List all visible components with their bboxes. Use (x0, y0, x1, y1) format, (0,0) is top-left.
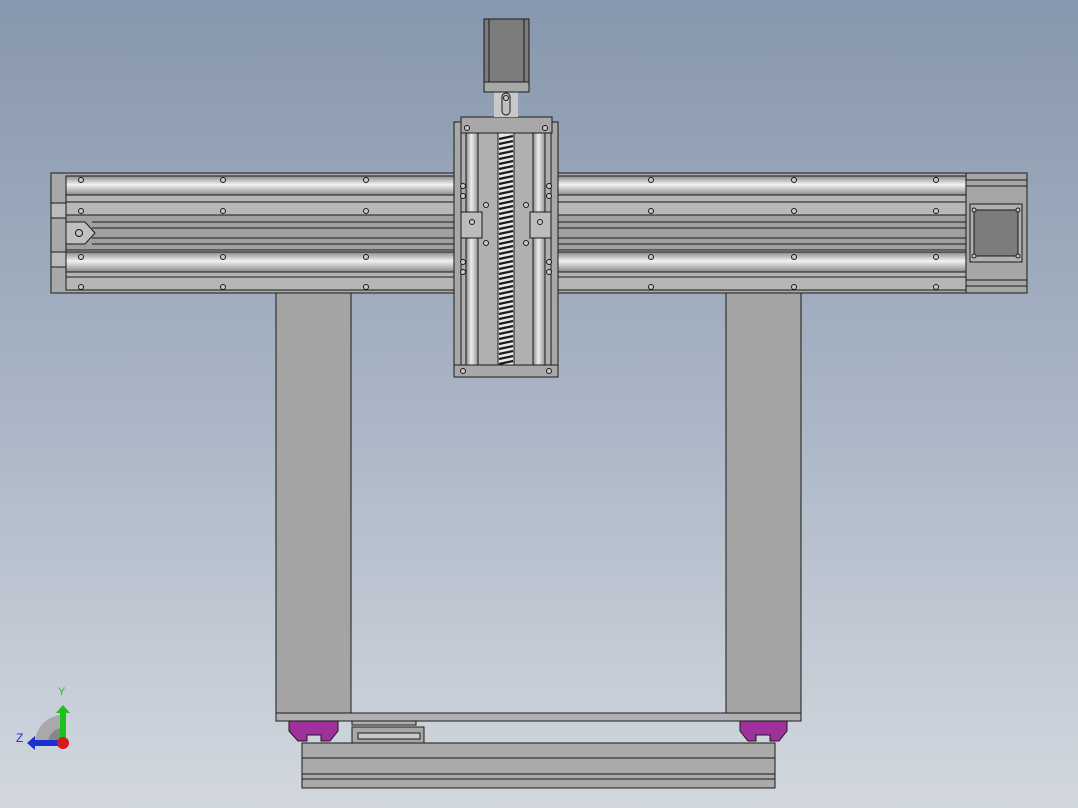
bolt-hole (78, 177, 84, 183)
bolt-hole (933, 208, 939, 214)
bolt-hole (791, 208, 797, 214)
bolt-hole (460, 259, 466, 265)
left-slider-block (288, 720, 339, 742)
bolt-hole (363, 284, 369, 290)
bolt-hole (546, 259, 552, 265)
motor-mount-hole (971, 253, 977, 259)
bolt-hole (220, 254, 226, 260)
bolt-hole (648, 284, 654, 290)
bolt-hole (791, 177, 797, 183)
bolt-hole (791, 284, 797, 290)
bottom-rail (301, 742, 776, 789)
right-leg (725, 292, 802, 714)
bolt-hole (363, 177, 369, 183)
bolt-hole (469, 219, 475, 225)
base-crossbar (275, 712, 802, 722)
bolt-hole (460, 183, 466, 189)
z-axis-label: Z (16, 731, 24, 745)
bolt-hole (648, 254, 654, 260)
left-leg (275, 292, 352, 714)
bolt-hole (363, 208, 369, 214)
bolt-hole (460, 368, 466, 374)
z-right-rod (532, 132, 546, 366)
z-left-rod (465, 132, 479, 366)
bolt-hole (546, 368, 552, 374)
bolt-hole (78, 254, 84, 260)
bolt-hole (523, 240, 529, 246)
bolt-hole (460, 269, 466, 275)
bolt-hole (933, 254, 939, 260)
right-slider-block (739, 720, 788, 742)
bolt-hole (523, 202, 529, 208)
bolt-hole (460, 193, 466, 199)
bolt-hole (464, 125, 470, 131)
bolt-hole (537, 219, 543, 225)
cad-viewport[interactable] (0, 0, 1078, 808)
bolt-hole (78, 284, 84, 290)
bolt-hole (933, 177, 939, 183)
x-axis-arrow (57, 737, 69, 749)
bolt-hole (483, 202, 489, 208)
bolt-hole (503, 95, 509, 101)
bolt-hole (546, 193, 552, 199)
motor-mount-hole (1015, 253, 1021, 259)
bolt-hole (546, 269, 552, 275)
z-motor (483, 18, 530, 83)
bolt-hole (220, 177, 226, 183)
bolt-hole (78, 208, 84, 214)
small-plate (351, 720, 417, 726)
bolt-hole (542, 125, 548, 131)
y-axis-label: Y (58, 686, 66, 698)
bolt-hole (648, 177, 654, 183)
bolt-hole (483, 240, 489, 246)
motor-mount-hole (1015, 207, 1021, 213)
orientation-triad[interactable] (27, 705, 70, 750)
bolt-hole (933, 284, 939, 290)
bolt-hole (546, 183, 552, 189)
bolt-hole (363, 254, 369, 260)
bolt-hole (648, 208, 654, 214)
bolt-hole (220, 208, 226, 214)
motor-mount-hole (971, 207, 977, 213)
bolt-hole (791, 254, 797, 260)
bolt-hole (220, 284, 226, 290)
